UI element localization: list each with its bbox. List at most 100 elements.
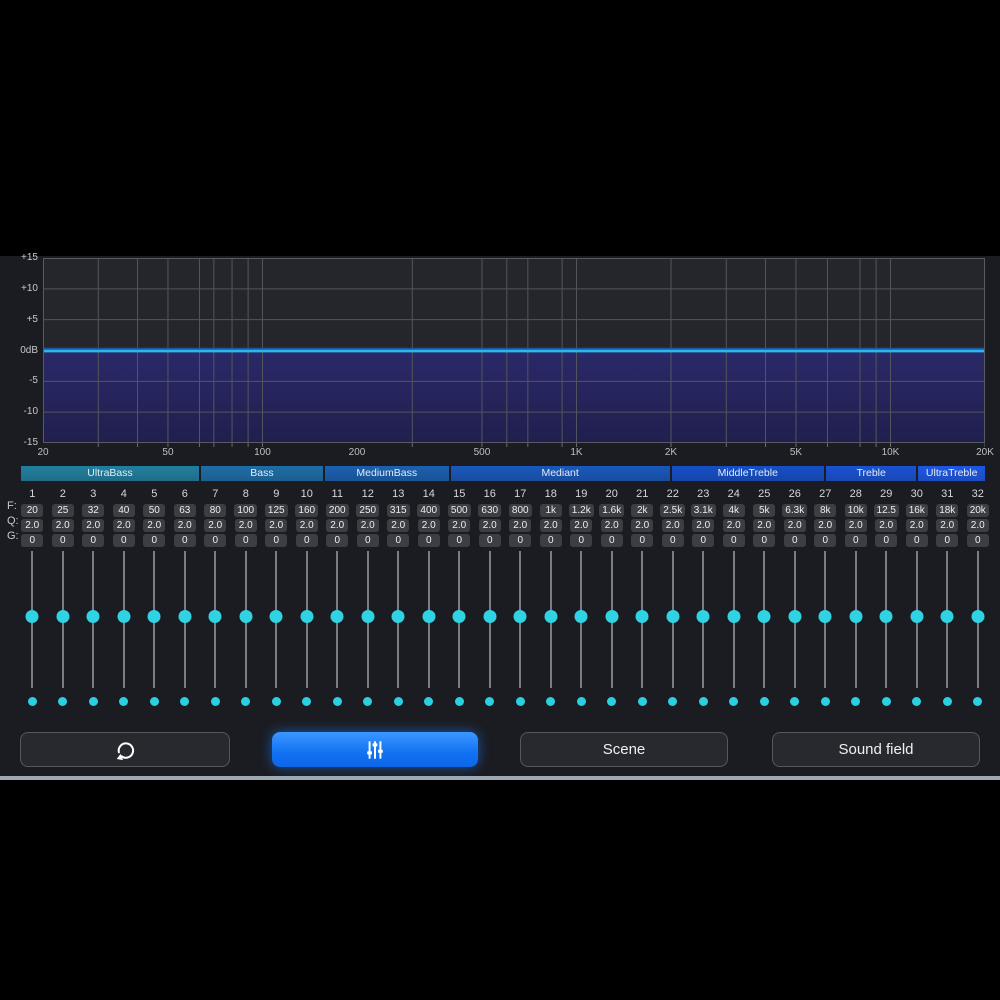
slider-dot[interactable]: [973, 697, 983, 706]
slider-dot[interactable]: [424, 697, 434, 706]
gain-value[interactable]: 0: [875, 534, 898, 547]
slider-knob[interactable]: [391, 610, 405, 623]
eq-slider-channel-9[interactable]: [261, 551, 292, 688]
eq-slider-channel-14[interactable]: [414, 551, 445, 688]
slider-knob[interactable]: [940, 610, 954, 623]
eq-slider-channel-29[interactable]: [871, 551, 902, 688]
slider-knob[interactable]: [788, 610, 802, 623]
slider-knob[interactable]: [147, 610, 161, 623]
slider-knob[interactable]: [849, 610, 863, 623]
band-segment-ultratreble[interactable]: UltraTreble: [918, 466, 985, 481]
slider-dot[interactable]: [820, 697, 830, 706]
gain-value[interactable]: 0: [600, 534, 623, 547]
slider-knob[interactable]: [483, 610, 497, 623]
slider-knob[interactable]: [818, 610, 832, 623]
gain-value[interactable]: 0: [844, 534, 867, 547]
slider-knob[interactable]: [635, 610, 649, 623]
gain-value[interactable]: 0: [753, 534, 776, 547]
slider-dot[interactable]: [576, 697, 586, 706]
band-segment-ultrabass[interactable]: UltraBass: [21, 466, 200, 481]
eq-slider-channel-5[interactable]: [139, 551, 170, 688]
eq-slider-channel-10[interactable]: [292, 551, 323, 688]
slider-dot[interactable]: [485, 697, 495, 706]
slider-knob[interactable]: [300, 610, 314, 623]
slider-knob[interactable]: [910, 610, 924, 623]
gain-value[interactable]: 0: [539, 534, 562, 547]
eq-slider-channel-19[interactable]: [566, 551, 597, 688]
gain-value[interactable]: 0: [417, 534, 440, 547]
reset-button[interactable]: [20, 732, 230, 767]
slider-dot[interactable]: [332, 697, 342, 706]
slider-knob[interactable]: [452, 610, 466, 623]
eq-slider-channel-17[interactable]: [505, 551, 536, 688]
gain-value[interactable]: 0: [448, 534, 471, 547]
gain-value[interactable]: 0: [661, 534, 684, 547]
eq-slider-channel-8[interactable]: [231, 551, 262, 688]
gain-value[interactable]: 0: [51, 534, 74, 547]
slider-dot[interactable]: [58, 697, 68, 706]
slider-knob[interactable]: [208, 610, 222, 623]
slider-dot[interactable]: [912, 697, 922, 706]
slider-dot[interactable]: [210, 697, 220, 706]
eq-slider-channel-3[interactable]: [78, 551, 109, 688]
slider-knob[interactable]: [574, 610, 588, 623]
slider-knob[interactable]: [269, 610, 283, 623]
eq-slider-channel-7[interactable]: [200, 551, 231, 688]
gain-value[interactable]: 0: [356, 534, 379, 547]
band-segment-mediumbass[interactable]: MediumBass: [324, 466, 449, 481]
gain-value[interactable]: 0: [478, 534, 501, 547]
gain-value[interactable]: 0: [82, 534, 105, 547]
eq-slider-channel-25[interactable]: [749, 551, 780, 688]
slider-knob[interactable]: [422, 610, 436, 623]
slider-dot[interactable]: [302, 697, 312, 706]
gain-value[interactable]: 0: [509, 534, 532, 547]
eq-slider-channel-31[interactable]: [932, 551, 963, 688]
slider-dot[interactable]: [759, 697, 769, 706]
slider-knob[interactable]: [25, 610, 39, 623]
slider-knob[interactable]: [239, 610, 253, 623]
eq-slider-channel-23[interactable]: [688, 551, 719, 688]
sound-field-button[interactable]: Sound field: [772, 732, 980, 767]
slider-knob[interactable]: [330, 610, 344, 623]
eq-slider-channel-28[interactable]: [841, 551, 872, 688]
gain-value[interactable]: 0: [905, 534, 928, 547]
slider-knob[interactable]: [666, 610, 680, 623]
slider-knob[interactable]: [86, 610, 100, 623]
gain-value[interactable]: 0: [112, 534, 135, 547]
slider-dot[interactable]: [27, 697, 37, 706]
band-segment-bass[interactable]: Bass: [201, 466, 323, 481]
slider-dot[interactable]: [851, 697, 861, 706]
band-segment-treble[interactable]: Treble: [825, 466, 917, 481]
gain-value[interactable]: 0: [204, 534, 227, 547]
slider-dot[interactable]: [149, 697, 159, 706]
eq-slider-channel-18[interactable]: [536, 551, 567, 688]
gain-value[interactable]: 0: [295, 534, 318, 547]
gain-value[interactable]: 0: [783, 534, 806, 547]
slider-dot[interactable]: [668, 697, 678, 706]
slider-dot[interactable]: [546, 697, 556, 706]
slider-dot[interactable]: [180, 697, 190, 706]
slider-knob[interactable]: [727, 610, 741, 623]
band-segment-middletreble[interactable]: MiddleTreble: [671, 466, 824, 481]
gain-value[interactable]: 0: [21, 534, 44, 547]
eq-slider-channel-12[interactable]: [353, 551, 384, 688]
slider-knob[interactable]: [117, 610, 131, 623]
slider-dot[interactable]: [88, 697, 98, 706]
eq-slider-channel-26[interactable]: [780, 551, 811, 688]
slider-dot[interactable]: [515, 697, 525, 706]
slider-dot[interactable]: [271, 697, 281, 706]
eq-slider-channel-27[interactable]: [810, 551, 841, 688]
slider-knob[interactable]: [513, 610, 527, 623]
eq-slider-channel-2[interactable]: [48, 551, 79, 688]
eq-slider-channel-15[interactable]: [444, 551, 475, 688]
eq-slider-channel-1[interactable]: [17, 551, 48, 688]
eq-slider-channel-22[interactable]: [658, 551, 689, 688]
slider-dot[interactable]: [393, 697, 403, 706]
slider-knob[interactable]: [757, 610, 771, 623]
band-segment-mediant[interactable]: Mediant: [450, 466, 670, 481]
slider-dot[interactable]: [363, 697, 373, 706]
slider-knob[interactable]: [544, 610, 558, 623]
gain-value[interactable]: 0: [143, 534, 166, 547]
slider-dot[interactable]: [241, 697, 251, 706]
slider-dot[interactable]: [942, 697, 952, 706]
